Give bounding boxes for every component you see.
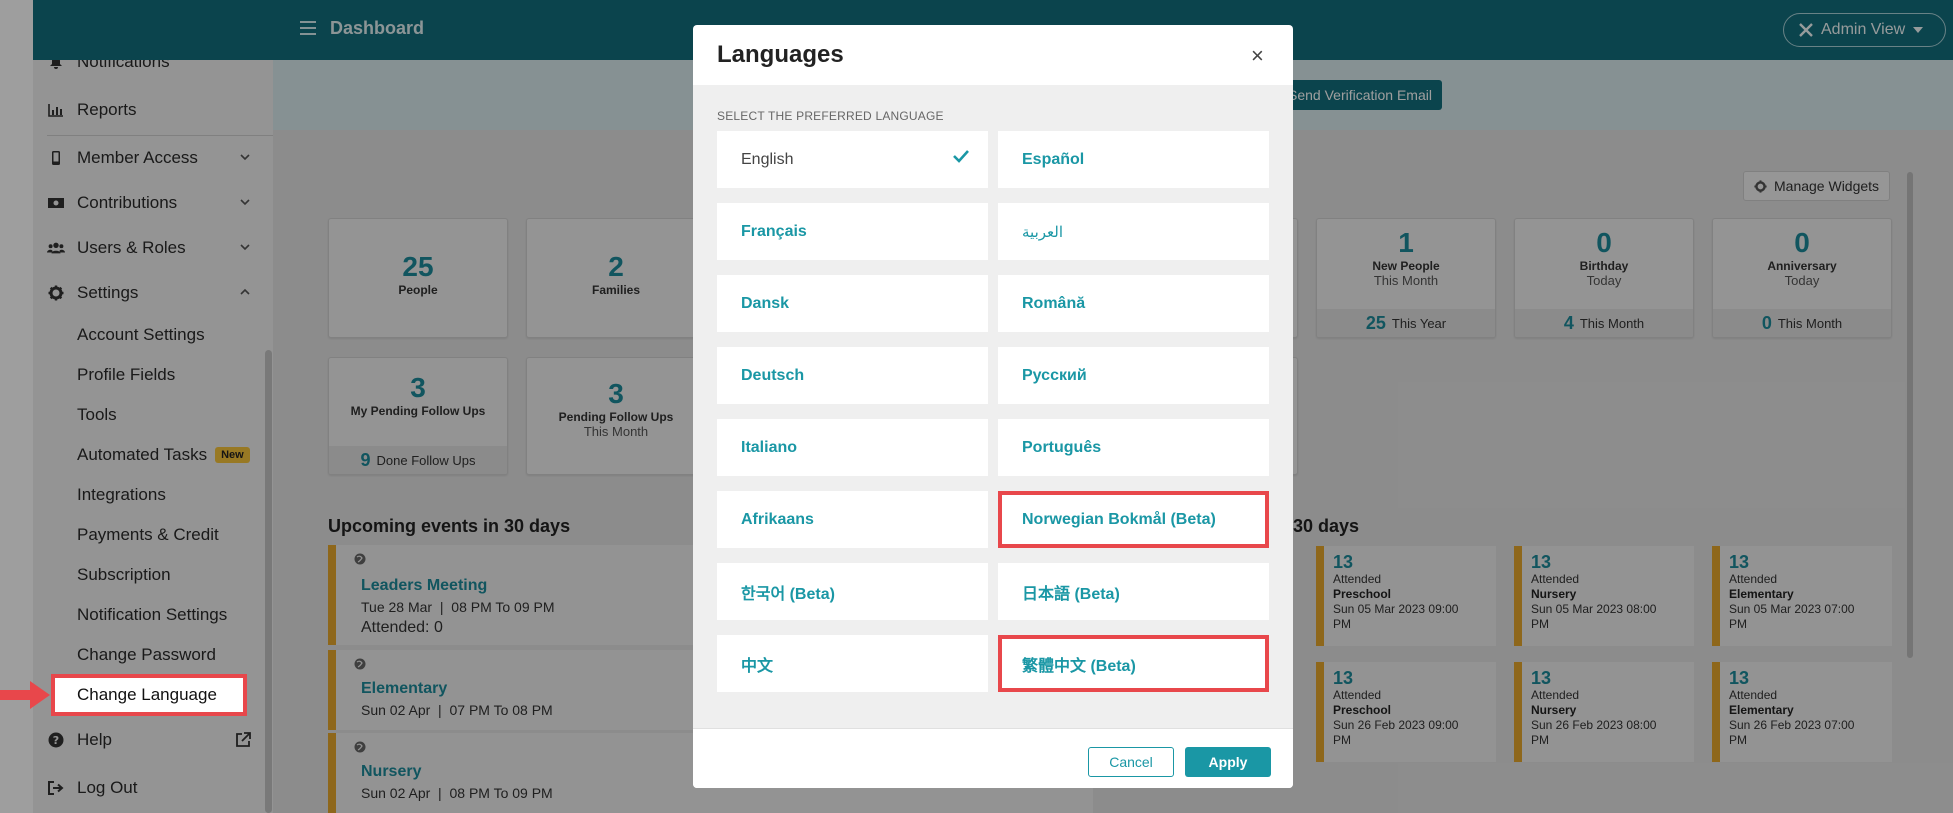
sidebar-sub-label: Change Language: [77, 685, 217, 704]
language-option-japanese[interactable]: 日本語 (Beta): [998, 563, 1269, 620]
language-option-arabic[interactable]: العربية: [998, 203, 1269, 260]
language-prompt: SELECT THE PREFERRED LANGUAGE: [717, 109, 944, 123]
language-label: 繁體中文 (Beta): [1022, 657, 1136, 675]
language-label: 日本語 (Beta): [1022, 585, 1120, 603]
language-option-romana[interactable]: Română: [998, 275, 1269, 332]
language-label: Afrikaans: [741, 510, 814, 528]
red-arrow-icon: [0, 681, 50, 709]
language-label: Italiano: [741, 438, 798, 456]
language-option-espanol[interactable]: Español: [998, 131, 1269, 188]
language-label: Español: [1022, 150, 1085, 168]
check-icon: [953, 150, 969, 163]
language-label: Русский: [1022, 366, 1087, 384]
sidebar-sub-change-language[interactable]: Change Language: [51, 674, 247, 716]
language-label: العربية: [1022, 223, 1063, 241]
language-option-korean[interactable]: 한국어 (Beta): [717, 563, 988, 620]
language-label: English: [741, 150, 794, 168]
modal-title: Languages: [717, 41, 844, 68]
language-option-portugues[interactable]: Português: [998, 419, 1269, 476]
language-option-norwegian-bokmal[interactable]: Norwegian Bokmål (Beta): [998, 491, 1269, 548]
language-label: Deutsch: [741, 366, 805, 384]
cancel-button[interactable]: Cancel: [1088, 747, 1174, 777]
language-option-english[interactable]: English: [717, 131, 988, 188]
language-label: 한국어 (Beta): [741, 585, 835, 603]
language-option-deutsch[interactable]: Deutsch: [717, 347, 988, 404]
language-label: Dansk: [741, 294, 790, 312]
apply-button[interactable]: Apply: [1185, 747, 1271, 777]
language-label: Français: [741, 222, 807, 240]
language-option-francais[interactable]: Français: [717, 203, 988, 260]
language-option-afrikaans[interactable]: Afrikaans: [717, 491, 988, 548]
language-label: 中文: [741, 657, 774, 675]
close-icon[interactable]: ×: [1251, 43, 1264, 69]
modal-body: SELECT THE PREFERRED LANGUAGE English Es…: [693, 85, 1293, 728]
language-option-dansk[interactable]: Dansk: [717, 275, 988, 332]
language-label: Română: [1022, 294, 1086, 312]
language-option-chinese-traditional[interactable]: 繁體中文 (Beta): [998, 635, 1269, 692]
modal-footer: Cancel Apply: [693, 728, 1293, 788]
language-label: Português: [1022, 438, 1102, 456]
languages-modal: Languages × SELECT THE PREFERRED LANGUAG…: [693, 25, 1293, 788]
language-option-russian[interactable]: Русский: [998, 347, 1269, 404]
language-option-chinese-simplified[interactable]: 中文: [717, 635, 988, 692]
language-option-italiano[interactable]: Italiano: [717, 419, 988, 476]
language-label: Norwegian Bokmål (Beta): [1022, 510, 1216, 528]
